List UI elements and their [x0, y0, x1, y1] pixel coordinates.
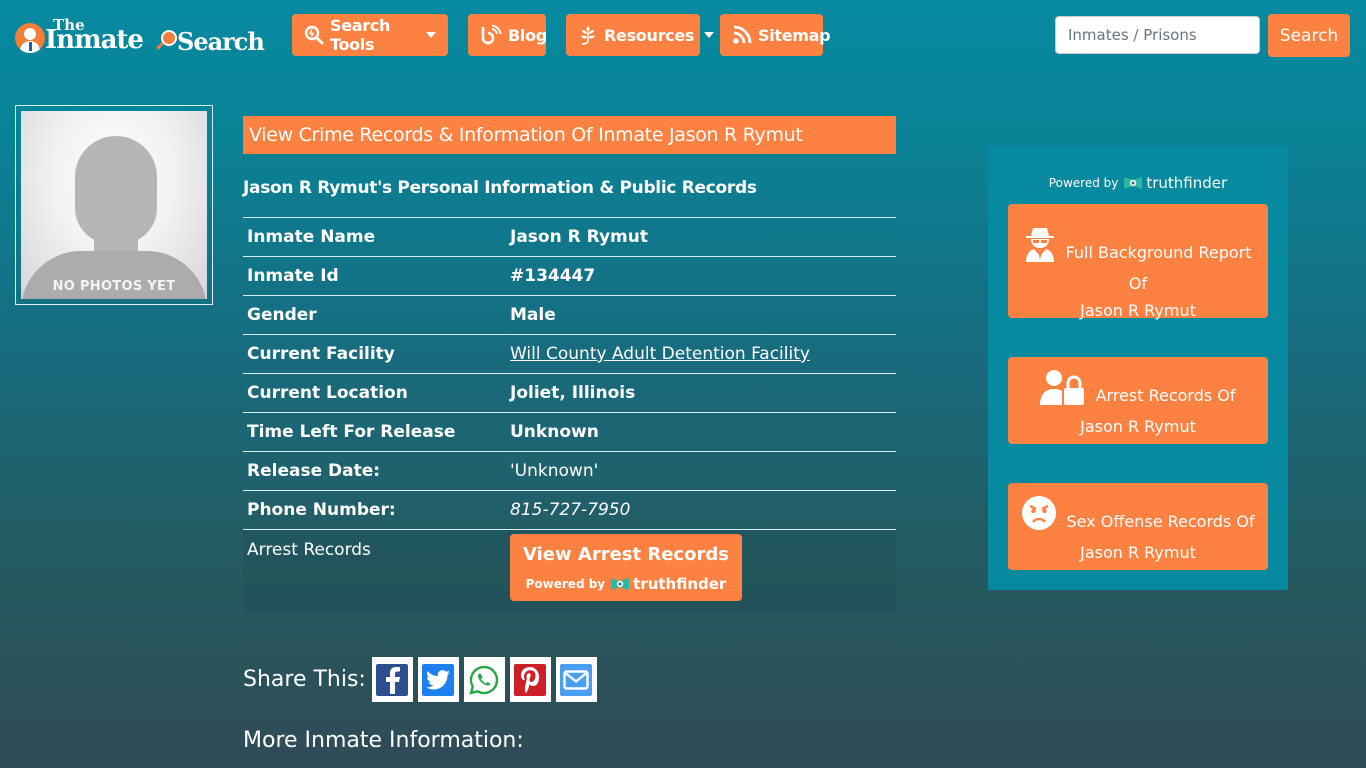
- powered-by-text: Powered by: [1048, 176, 1119, 190]
- truthfinder-logo-icon: [611, 577, 630, 591]
- inmate-photo-frame: NO PHOTOS YET: [15, 105, 213, 305]
- arrest-records-line2: Jason R Rymut: [1080, 417, 1196, 436]
- facility-link[interactable]: Will County Adult Detention Facility: [510, 344, 810, 364]
- full-background-line2: Of: [1128, 274, 1148, 293]
- more-inmate-information-heading: More Inmate Information:: [243, 728, 524, 753]
- nav-search-tools-label: Search Tools: [330, 16, 391, 54]
- logo-text-inmate: Inmate: [45, 25, 144, 55]
- table-row: Phone Number: 815-727-7950: [243, 490, 896, 530]
- inmate-id-value: #134447: [510, 266, 596, 286]
- search-input[interactable]: [1055, 16, 1260, 54]
- share-twitter-button[interactable]: [417, 657, 459, 702]
- nav-sitemap-label: Sitemap: [758, 25, 831, 45]
- section-subtitle: Jason R Rymut's Personal Information & P…: [243, 178, 757, 198]
- row-key: Current Location: [247, 383, 408, 403]
- row-key: Current Facility: [247, 344, 395, 364]
- inmate-avatar-icon: [15, 23, 45, 53]
- truthfinder-sidebar: Powered by truthfinder Full Background R…: [988, 146, 1288, 590]
- row-key: Inmate Id: [247, 266, 339, 286]
- nav-resources-label: Resources: [604, 25, 695, 45]
- logo-text-search: Search: [177, 27, 265, 56]
- whatsapp-icon: [468, 664, 500, 696]
- pinterest-icon: [514, 663, 547, 696]
- share-label: Share This:: [243, 667, 366, 692]
- facebook-icon: [376, 663, 409, 696]
- chevron-down-icon: [426, 32, 436, 38]
- share-facebook-button[interactable]: [371, 657, 413, 702]
- user-lock-icon: [1040, 369, 1086, 413]
- email-icon: [560, 663, 593, 696]
- truthfinder-brand: truthfinder: [633, 575, 727, 593]
- phone-number-value: 815-727-7950: [510, 500, 631, 520]
- inmate-info-table: Inmate Name Jason R Rymut Inmate Id #134…: [243, 217, 896, 612]
- gender-value: Male: [510, 305, 556, 325]
- table-row: Current Facility Will County Adult Deten…: [243, 334, 896, 374]
- row-key: Arrest Records: [247, 540, 371, 560]
- powered-by-truthfinder: Powered by truthfinder: [526, 575, 727, 593]
- arrest-records-line1: Arrest Records Of: [1095, 386, 1236, 405]
- location-value: Joliet, Illinois: [510, 383, 636, 403]
- nav-blog-label: Blog: [508, 25, 547, 45]
- row-key: Release Date:: [247, 461, 381, 481]
- truthfinder-brand: truthfinder: [1146, 174, 1228, 192]
- truthfinder-logo-icon: [1124, 176, 1143, 190]
- leaf-icon: [578, 24, 598, 46]
- sidebar-powered-by: Powered by truthfinder: [1049, 174, 1227, 192]
- nav-sitemap[interactable]: Sitemap: [720, 14, 831, 56]
- no-photo-label: NO PHOTOS YET: [52, 279, 176, 294]
- table-row: Current Location Joliet, Illinois: [243, 373, 896, 413]
- twitter-icon: [422, 663, 455, 696]
- row-key: Gender: [247, 305, 317, 325]
- sex-offense-line2: Jason R Rymut: [1080, 543, 1196, 562]
- row-key: Time Left For Release: [247, 422, 456, 442]
- inmate-photo-placeholder: NO PHOTOS YET: [21, 111, 207, 299]
- powered-by-text: Powered by: [525, 577, 606, 591]
- table-row: Inmate Id #134447: [243, 256, 896, 296]
- chevron-down-icon: [704, 32, 715, 38]
- release-date-value: 'Unknown': [510, 461, 599, 481]
- search-button[interactable]: Search: [1268, 14, 1350, 57]
- share-pinterest-button[interactable]: [509, 657, 551, 702]
- table-row: Time Left For Release Unknown: [243, 412, 896, 452]
- nav-resources[interactable]: Resources: [566, 14, 715, 56]
- search-tools-icon: [304, 25, 324, 45]
- share-whatsapp-button[interactable]: [463, 657, 505, 702]
- page-title-bar: View Crime Records & Information Of Inma…: [243, 116, 896, 154]
- view-arrest-records-label: View Arrest Records: [523, 544, 729, 565]
- view-arrest-records-button[interactable]: View Arrest Records Powered by truthfind…: [510, 534, 742, 601]
- page-title: View Crime Records & Information Of Inma…: [249, 124, 803, 146]
- table-row-arrest: Arrest Records View Arrest Records Power…: [243, 529, 896, 612]
- table-row: Release Date: 'Unknown': [243, 451, 896, 491]
- row-key: Phone Number:: [247, 500, 396, 520]
- sex-offense-line1: Sex Offense Records Of: [1066, 512, 1255, 531]
- arrest-records-button[interactable]: Arrest Records Of Jason R Rymut: [1008, 357, 1268, 444]
- row-key: Inmate Name: [247, 227, 376, 247]
- blog-icon: [480, 24, 502, 46]
- sex-offense-records-button[interactable]: Sex Offense Records Of Jason R Rymut: [1008, 483, 1268, 570]
- magnifier-icon: [161, 30, 177, 46]
- table-row: Inmate Name Jason R Rymut: [243, 217, 896, 257]
- full-background-line3: Jason R Rymut: [1080, 301, 1196, 320]
- table-row: Gender Male: [243, 295, 896, 335]
- full-background-line1: Full Background Report: [1065, 243, 1252, 262]
- share-email-button[interactable]: [555, 657, 597, 702]
- nav-blog[interactable]: Blog: [468, 14, 547, 56]
- full-background-report-button[interactable]: Full Background Report Of Jason R Rymut: [1008, 204, 1268, 320]
- site-logo[interactable]: The Inmate Search: [15, 16, 270, 56]
- share-bar: Share This:: [243, 657, 602, 702]
- time-left-value: Unknown: [510, 422, 599, 442]
- inmate-name-value: Jason R Rymut: [510, 227, 648, 247]
- nav-search-tools[interactable]: Search Tools: [292, 14, 448, 56]
- spy-icon: [1024, 226, 1056, 270]
- rss-icon: [732, 25, 752, 45]
- angry-face-icon: [1021, 495, 1057, 539]
